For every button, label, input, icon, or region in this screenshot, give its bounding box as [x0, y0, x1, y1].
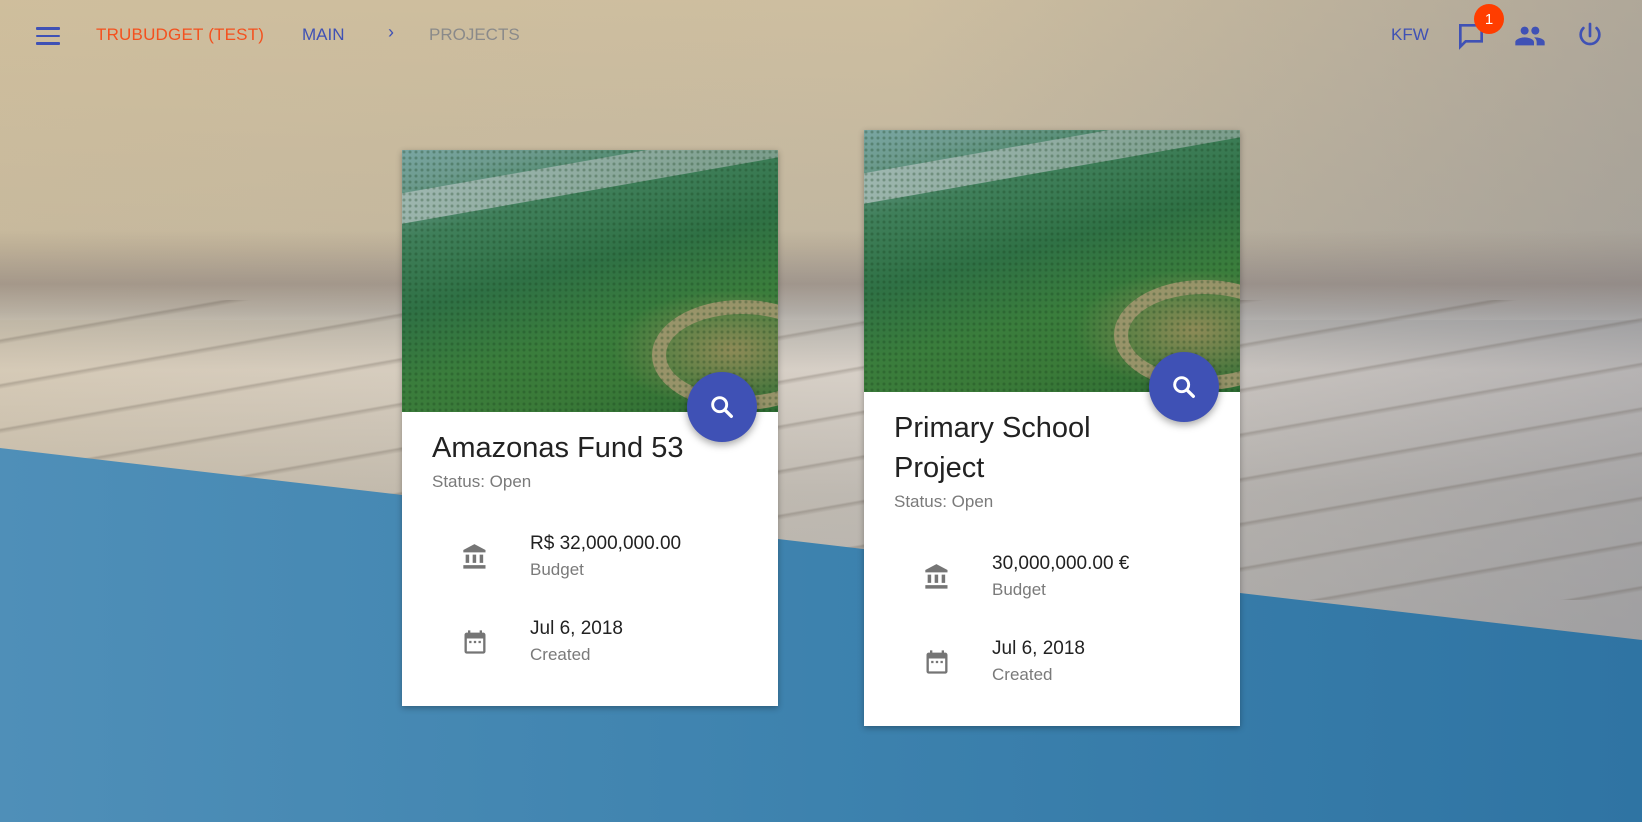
project-card[interactable]: Primary School Project Status: Open 30,0… — [864, 130, 1240, 726]
budget-row: R$ 32,000,000.00 Budget — [402, 514, 778, 599]
view-project-button[interactable] — [687, 372, 757, 442]
breadcrumb-projects: PROJECTS — [429, 25, 520, 44]
notification-badge[interactable]: 1 — [1474, 4, 1504, 34]
project-card[interactable]: Amazonas Fund 53 Status: Open R$ 32,000,… — [402, 150, 778, 706]
breadcrumb-separator: › — [388, 22, 394, 42]
created-row: Jul 6, 2018 Created — [864, 619, 1240, 704]
people-icon[interactable] — [1513, 20, 1547, 52]
project-status: Status: Open — [432, 472, 532, 491]
view-project-button[interactable] — [1149, 352, 1219, 422]
bank-icon — [922, 562, 952, 592]
bank-icon — [460, 542, 490, 572]
calendar-icon — [922, 647, 952, 677]
organization-label: KFW — [1391, 25, 1429, 44]
created-label: Created — [530, 644, 591, 664]
calendar-icon — [460, 627, 490, 657]
budget-value: 30,000,000.00 € — [992, 552, 1130, 574]
budget-value: R$ 32,000,000.00 — [530, 532, 682, 554]
budget-row: 30,000,000.00 € Budget — [864, 534, 1240, 619]
app-bar: TRUBUDGET (TEST) MAIN › PROJECTS KFW 1 — [0, 0, 1642, 72]
budget-label: Budget — [992, 579, 1046, 599]
breadcrumb-main[interactable]: MAIN — [302, 25, 345, 45]
created-label: Created — [992, 664, 1053, 684]
search-icon — [1173, 376, 1195, 398]
project-status: Status: Open — [894, 492, 994, 511]
created-row: Jul 6, 2018 Created — [402, 599, 778, 684]
app-title: TRUBUDGET (TEST) — [96, 25, 265, 44]
created-value: Jul 6, 2018 — [530, 617, 623, 639]
created-value: Jul 6, 2018 — [992, 637, 1085, 659]
menu-icon[interactable] — [36, 22, 64, 50]
search-icon — [711, 396, 733, 418]
budget-label: Budget — [530, 559, 584, 579]
power-icon[interactable] — [1574, 20, 1606, 52]
